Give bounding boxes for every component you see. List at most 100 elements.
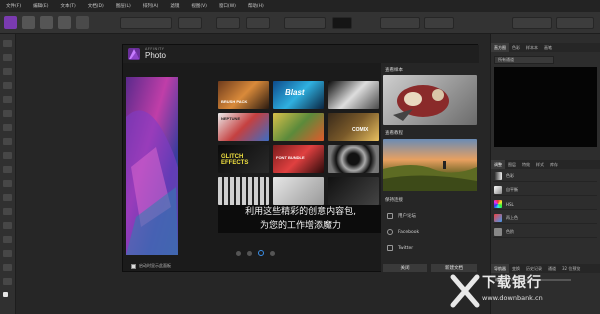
text-tool-icon[interactable] — [3, 264, 12, 271]
menu-filters[interactable]: 滤镜 — [164, 3, 185, 9]
menu-text[interactable]: 文本(T) — [54, 3, 81, 9]
selection-brush-icon[interactable] — [3, 82, 12, 89]
tab-stock[interactable]: 库存 — [547, 162, 561, 168]
toolbar — [0, 12, 600, 34]
close-button[interactable]: 关闭 — [383, 264, 427, 272]
adjustment-item[interactable]: 色阶 — [493, 227, 597, 238]
zoom-tool-icon[interactable] — [3, 278, 12, 285]
toolbar-group-7[interactable] — [424, 17, 454, 29]
facebook-link[interactable]: Facebook — [387, 229, 419, 235]
promo-tile: FONT BUNDLE — [273, 145, 324, 173]
promo-tile — [328, 177, 379, 205]
tab-adjustments[interactable]: 调整 — [491, 160, 505, 169]
samples-image[interactable] — [383, 75, 477, 125]
carousel-dot-active[interactable] — [258, 250, 264, 256]
headline-line-1: 利用这些精彩的创意内容包, — [218, 205, 383, 219]
menu-view[interactable]: 视图(V) — [185, 3, 213, 9]
toolbar-group-2[interactable] — [178, 17, 202, 29]
view-tool-icon[interactable] — [3, 54, 12, 61]
tutorials-image[interactable] — [383, 139, 477, 191]
tab-color[interactable]: 色彩 — [509, 45, 523, 51]
color-picker-icon[interactable] — [3, 124, 12, 131]
watermark-url: www.downbank.cn — [482, 294, 543, 302]
promo-tile: BRUSH PACK — [218, 81, 269, 109]
welcome-dialog: AFFINITY Photo BRUSH PACK Blast NEPTUNE … — [122, 44, 479, 272]
clone-brush-icon[interactable] — [3, 208, 12, 215]
tone-mapping-persona-icon[interactable] — [58, 16, 71, 29]
share-icon[interactable] — [76, 16, 89, 29]
watermark: 下载银行 www.downbank.cn — [448, 270, 598, 312]
adjustment-item[interactable]: HSL — [493, 199, 597, 210]
menu-bar: 文件(F) 编辑(E) 文本(T) 文档(D) 图层(L) 排列(A) 滤镜 视… — [0, 0, 600, 12]
twitter-icon — [387, 245, 393, 251]
blemish-tool-icon[interactable] — [3, 222, 12, 229]
adjustment-item[interactable]: 色彩 — [493, 171, 597, 182]
crop-tool-icon[interactable] — [3, 68, 12, 75]
adjustment-item[interactable]: 自平衡 — [493, 185, 597, 196]
marquee-tool-icon[interactable] — [3, 110, 12, 117]
tab-styles[interactable]: 样式 — [533, 162, 547, 168]
histogram-view — [494, 67, 597, 147]
promo-headline: 利用这些精彩的创意内容包, 为您的工作增添魔力 — [218, 205, 383, 233]
promo-tile — [273, 177, 324, 205]
menu-edit[interactable]: 编辑(E) — [27, 3, 54, 9]
tab-histogram[interactable]: 直方图 — [491, 43, 509, 52]
connect-heading: 保持连接 — [385, 198, 403, 203]
erase-brush-icon[interactable] — [3, 152, 12, 159]
dodge-brush-icon[interactable] — [3, 194, 12, 201]
menu-document[interactable]: 文档(D) — [82, 3, 110, 9]
show-at-startup-label: 启动时显示此面板 — [139, 263, 171, 268]
toolbar-group-8[interactable] — [512, 17, 552, 29]
shape-tool-icon[interactable] — [3, 250, 12, 257]
headline-line-2: 为您的工作增添魔力 — [218, 219, 383, 233]
gradient-tool-icon[interactable] — [3, 180, 12, 187]
white-balance-thumb — [494, 186, 502, 194]
dialog-header: AFFINITY Photo — [123, 45, 479, 63]
color-swatch[interactable] — [332, 17, 352, 29]
watermark-logo-icon — [450, 274, 480, 308]
toolbar-group-1[interactable] — [120, 17, 172, 29]
toolbar-group-9[interactable] — [556, 17, 594, 29]
flood-select-icon[interactable] — [3, 96, 12, 103]
tab-brushes[interactable]: 画笔 — [541, 45, 555, 51]
carousel-dot[interactable] — [236, 250, 241, 256]
recolor-thumb — [494, 214, 502, 222]
tab-swatches[interactable]: 样本本 — [523, 45, 541, 51]
liquify-persona-icon[interactable] — [22, 16, 35, 29]
paint-brush-icon[interactable] — [3, 138, 12, 145]
promo-tile — [273, 113, 324, 141]
carousel-dot[interactable] — [270, 250, 275, 256]
photo-persona-icon[interactable] — [4, 16, 17, 29]
previous-slide-art — [126, 77, 178, 255]
toolbar-group-5[interactable] — [284, 17, 326, 29]
carousel-dot[interactable] — [247, 250, 252, 256]
menu-layer[interactable]: 图层(L) — [110, 3, 137, 9]
promo-tile: COMIX — [328, 113, 379, 141]
forum-link[interactable]: 用户论坛 — [387, 213, 416, 219]
menu-arrange[interactable]: 排列(A) — [137, 3, 165, 9]
toolbar-group-6[interactable] — [380, 17, 420, 29]
menu-file[interactable]: 文件(F) — [0, 3, 27, 9]
tab-layers[interactable]: 图层 — [505, 162, 519, 168]
carousel-dots — [236, 250, 275, 256]
menu-help[interactable]: 帮助(H) — [242, 3, 270, 9]
adjustment-tabs: 调整 图层 特效 样式 库存 — [491, 160, 600, 169]
flood-fill-icon[interactable] — [3, 166, 12, 173]
pen-tool-icon[interactable] — [3, 236, 12, 243]
channels-dropdown[interactable]: 所有通道 — [494, 56, 554, 64]
adjustment-item[interactable]: 再上色 — [493, 213, 597, 224]
foreground-color-icon[interactable] — [3, 292, 8, 297]
toolbar-group-3[interactable] — [216, 17, 240, 29]
tools-panel — [0, 34, 16, 314]
twitter-link[interactable]: Twitter — [387, 245, 413, 251]
tab-effects[interactable]: 特效 — [519, 162, 533, 168]
move-tool-icon[interactable] — [3, 40, 12, 47]
show-at-startup-checkbox[interactable] — [131, 264, 136, 269]
promo-tile — [218, 177, 269, 205]
menu-window[interactable]: 窗口(W) — [213, 3, 242, 9]
promo-tile: GLITCH EFFECTS — [218, 145, 269, 173]
develop-persona-icon[interactable] — [40, 16, 53, 29]
watermark-title: 下载银行 — [482, 275, 542, 291]
affinity-photo-logo — [128, 48, 140, 60]
toolbar-group-4[interactable] — [246, 17, 270, 29]
